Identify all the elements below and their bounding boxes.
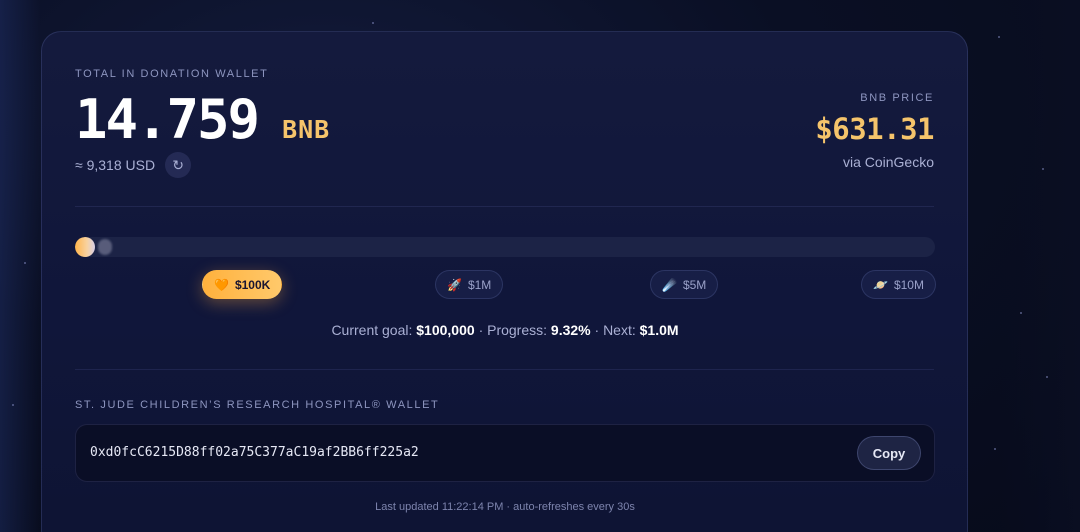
rocket-icon: 🚀 (447, 277, 462, 292)
progress-bar (75, 237, 935, 257)
progress-label: · Progress: (478, 322, 548, 338)
progress-fill (75, 237, 95, 257)
current-goal-value: $100,000 (416, 322, 475, 338)
price-block: BNB PRICE $631.31 via CoinGecko (815, 92, 934, 170)
price-value: $631.31 (815, 112, 934, 146)
star-decoration (1042, 168, 1044, 170)
star-decoration (998, 36, 1000, 38)
usd-equivalent: ≈ 9,318 USD (75, 157, 156, 173)
goal-summary: Current goal: $100,000 · Progress: 9.32%… (75, 322, 935, 338)
wallet-address[interactable]: 0xd0fcC6215D88ff02a75C377aC19af2BB6ff225… (90, 445, 419, 460)
background-glow-right (1000, 0, 1080, 532)
next-goal-value: $1.0M (639, 322, 679, 338)
next-goal-label: · Next: (594, 322, 636, 338)
milestone-10m[interactable]: 🪐 $10M (861, 270, 936, 299)
wallet-total-amount: 14.759 (75, 88, 260, 151)
divider (75, 206, 934, 207)
milestone-1m[interactable]: 🚀 $1M (435, 270, 504, 299)
star-decoration (12, 404, 14, 406)
divider (75, 369, 934, 370)
copy-button[interactable]: Copy (857, 436, 921, 470)
milestone-100k[interactable]: 🧡 $100K (202, 270, 283, 299)
milestone-label: $10M (893, 277, 924, 292)
planet-icon: 🪐 (873, 277, 888, 292)
wallet-label: ST. JUDE CHILDREN’S RESEARCH HOSPITAL® W… (75, 399, 440, 411)
refresh-icon[interactable]: ↻ (165, 152, 192, 178)
star-decoration (1020, 312, 1022, 314)
wallet-total-unit: BNB (282, 115, 331, 144)
usd-equivalent-row: ≈ 9,318 USD ↻ (75, 152, 192, 178)
price-source: via CoinGecko (842, 154, 934, 170)
orange-heart-icon: 🧡 (214, 277, 229, 292)
milestone-label: $5M (682, 277, 707, 292)
donation-card: TOTAL IN DONATION WALLET 14.759 BNB ≈ 9,… (41, 31, 968, 532)
milestone-label: $100K (234, 277, 271, 292)
last-updated: Last updated 11:22:14 PM · auto-refreshe… (375, 501, 635, 513)
price-label: BNB PRICE (860, 92, 934, 104)
star-decoration (994, 448, 996, 450)
wallet-address-box: 0xd0fcC6215D88ff02a75C377aC19af2BB6ff225… (75, 424, 935, 482)
progress-fill-glow (98, 239, 112, 255)
wallet-total-amount-row: 14.759 BNB (75, 88, 330, 151)
milestone-5m[interactable]: ☄️ $5M (650, 270, 719, 299)
wallet-total-label: TOTAL IN DONATION WALLET (75, 68, 269, 80)
star-decoration (24, 262, 26, 264)
star-decoration (1046, 376, 1048, 378)
progress-value: 9.32% (550, 322, 591, 338)
milestones: 🧡 $100K 🚀 $1M ☄️ $5M 🪐 $10M (75, 270, 936, 300)
star-decoration (372, 22, 374, 24)
comet-icon: ☄️ (662, 277, 677, 292)
milestone-label: $1M (467, 277, 492, 292)
current-goal-label: Current goal: (331, 322, 413, 338)
background-glow-left (0, 0, 40, 532)
